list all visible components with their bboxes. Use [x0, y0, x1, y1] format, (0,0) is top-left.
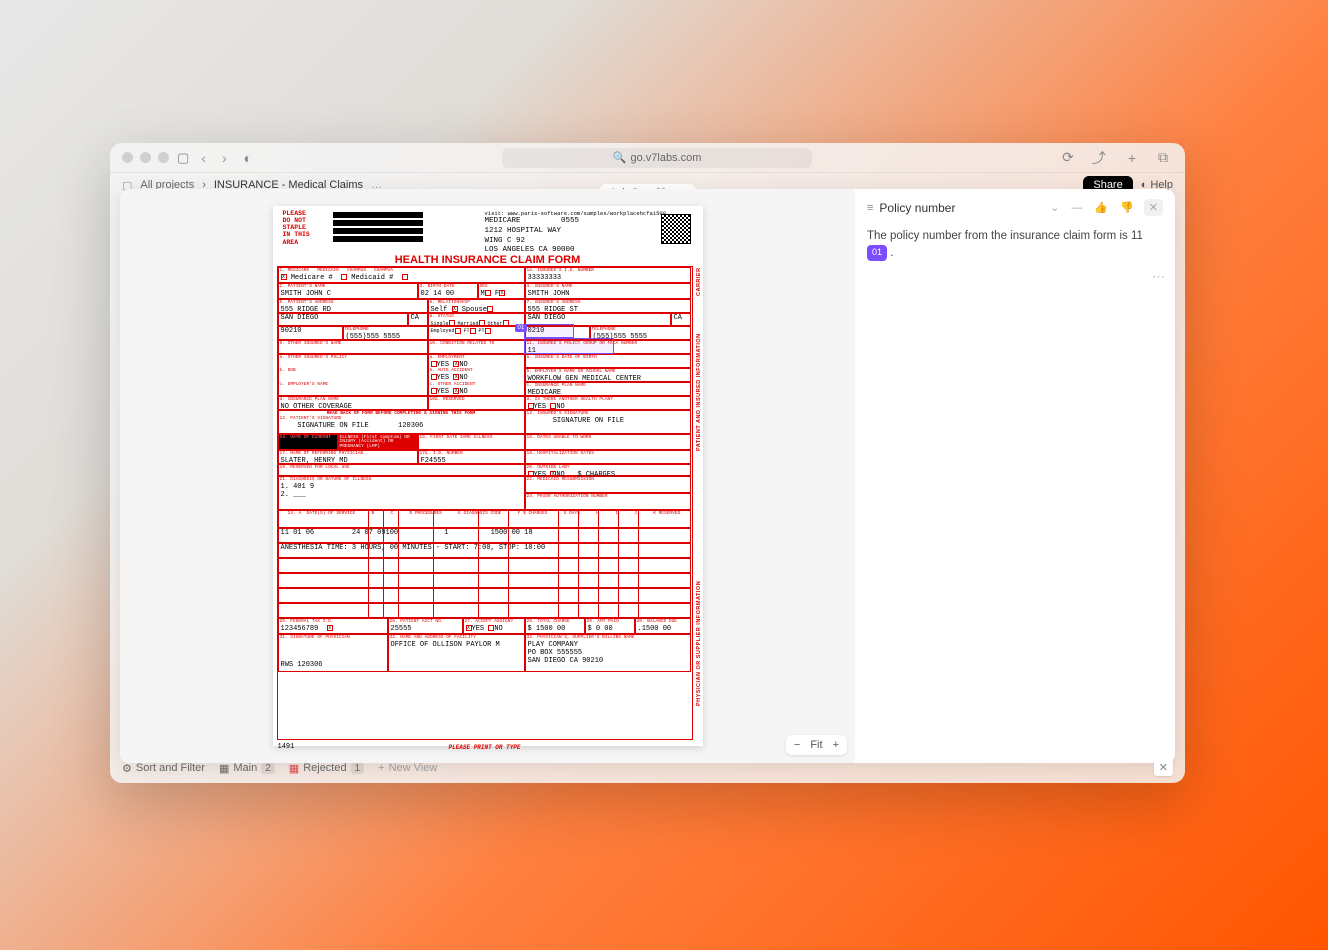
thumbs-down-button[interactable]: 👎 [1118, 199, 1136, 216]
insured-id: 33333333 [526, 274, 564, 282]
filter-icon: ⚙ [122, 762, 132, 775]
zoom-out-button[interactable]: − [794, 739, 800, 751]
bottom-close-button[interactable]: ✕ [1154, 759, 1173, 776]
patient-side-label: PATIENT AND INSURED INFORMATION [696, 301, 702, 451]
zoom-fit-button[interactable]: Fit [810, 739, 822, 751]
qr-code [661, 214, 691, 244]
new-tab-button[interactable]: + [1123, 148, 1141, 168]
grid-icon: ▦ [219, 762, 229, 775]
minimize-window-button[interactable] [140, 152, 151, 163]
shield-icon[interactable]: ◐ [239, 148, 257, 168]
bottom-tabs: ⚙ Sort and Filter ▦ Main 2 ▦ Rejected 1 … [122, 757, 1173, 779]
carrier-address: visit: www.paris-software.com/samples/wo… [485, 210, 667, 256]
side-panel: ≡ Policy number ⌄ — 👍 👎 ✕ The policy num… [855, 189, 1175, 763]
forward-button[interactable]: › [218, 150, 231, 166]
form-grid: 1. MEDICARE MEDICAID CHAMPUS CHAMPVA X M… [277, 266, 693, 740]
url-text: go.v7labs.com [630, 152, 701, 164]
browser-toolbar: ▢ ‹ › ◐ 🔍 go.v7labs.com ⟳ ⤴ + ⧉ [110, 143, 1185, 173]
search-icon: 🔍 [613, 151, 627, 164]
reload-button[interactable]: ⟳ [1057, 147, 1079, 168]
traffic-lights [122, 152, 169, 163]
address-bar[interactable]: 🔍 go.v7labs.com [502, 148, 812, 168]
main-area: PLEASEDO NOTSTAPLEIN THISAREA visit: www… [120, 189, 1175, 763]
highlight-policy-number [524, 338, 614, 354]
panel-title: Policy number [879, 201, 955, 215]
answer-text-suffix: . [890, 247, 893, 259]
text-icon: ≡ [867, 202, 873, 214]
minimize-button[interactable]: — [1069, 200, 1084, 216]
panel-body: The policy number from the insurance cla… [867, 228, 1163, 263]
zoom-in-button[interactable]: + [833, 739, 839, 751]
barcode [333, 212, 423, 244]
collapse-button[interactable]: ⌄ [1048, 199, 1061, 216]
form-title: HEALTH INSURANCE CLAIM FORM [273, 254, 703, 266]
physician-side-label: PHYSICIAN OR SUPPLIER INFORMATION [696, 566, 702, 706]
carrier-side-label: CARRIER [696, 266, 702, 296]
close-panel-button[interactable]: ✕ [1144, 199, 1163, 216]
patient-name: SMITH JOHN C [279, 290, 333, 298]
claim-form-document: PLEASEDO NOTSTAPLEIN THISAREA visit: www… [273, 206, 703, 746]
share-icon[interactable]: ⤴ [1087, 146, 1111, 170]
sort-filter-button[interactable]: ⚙ Sort and Filter [122, 762, 205, 775]
citation-badge[interactable]: 01 [867, 245, 887, 261]
tabs-icon[interactable]: ⧉ [1153, 147, 1173, 168]
tab-main[interactable]: ▦ Main 2 [219, 762, 275, 775]
grid-icon: ▦ [289, 762, 299, 775]
close-window-button[interactable] [122, 152, 133, 163]
highlight-zip [524, 324, 574, 338]
maximize-window-button[interactable] [158, 152, 169, 163]
thumbs-up-button[interactable]: 👍 [1092, 199, 1110, 216]
browser-window: ▢ ‹ › ◐ 🔍 go.v7labs.com ⟳ ⤴ + ⧉ ▢ All pr… [110, 143, 1185, 783]
sidebar-toggle-icon[interactable]: ▢ [177, 150, 189, 166]
answer-text-prefix: The policy number from the insurance cla… [867, 230, 1143, 242]
zoom-controls: − Fit + [786, 735, 847, 755]
more-options-button[interactable]: ⋯ [1152, 269, 1165, 285]
plus-icon: + [378, 762, 384, 774]
back-button[interactable]: ‹ [197, 150, 210, 166]
document-pane[interactable]: PLEASEDO NOTSTAPLEIN THISAREA visit: www… [120, 189, 855, 763]
tab-rejected[interactable]: ▦ Rejected 1 [289, 762, 364, 775]
panel-header: ≡ Policy number ⌄ — 👍 👎 ✕ [867, 199, 1163, 216]
new-view-button[interactable]: + New View [378, 762, 437, 774]
